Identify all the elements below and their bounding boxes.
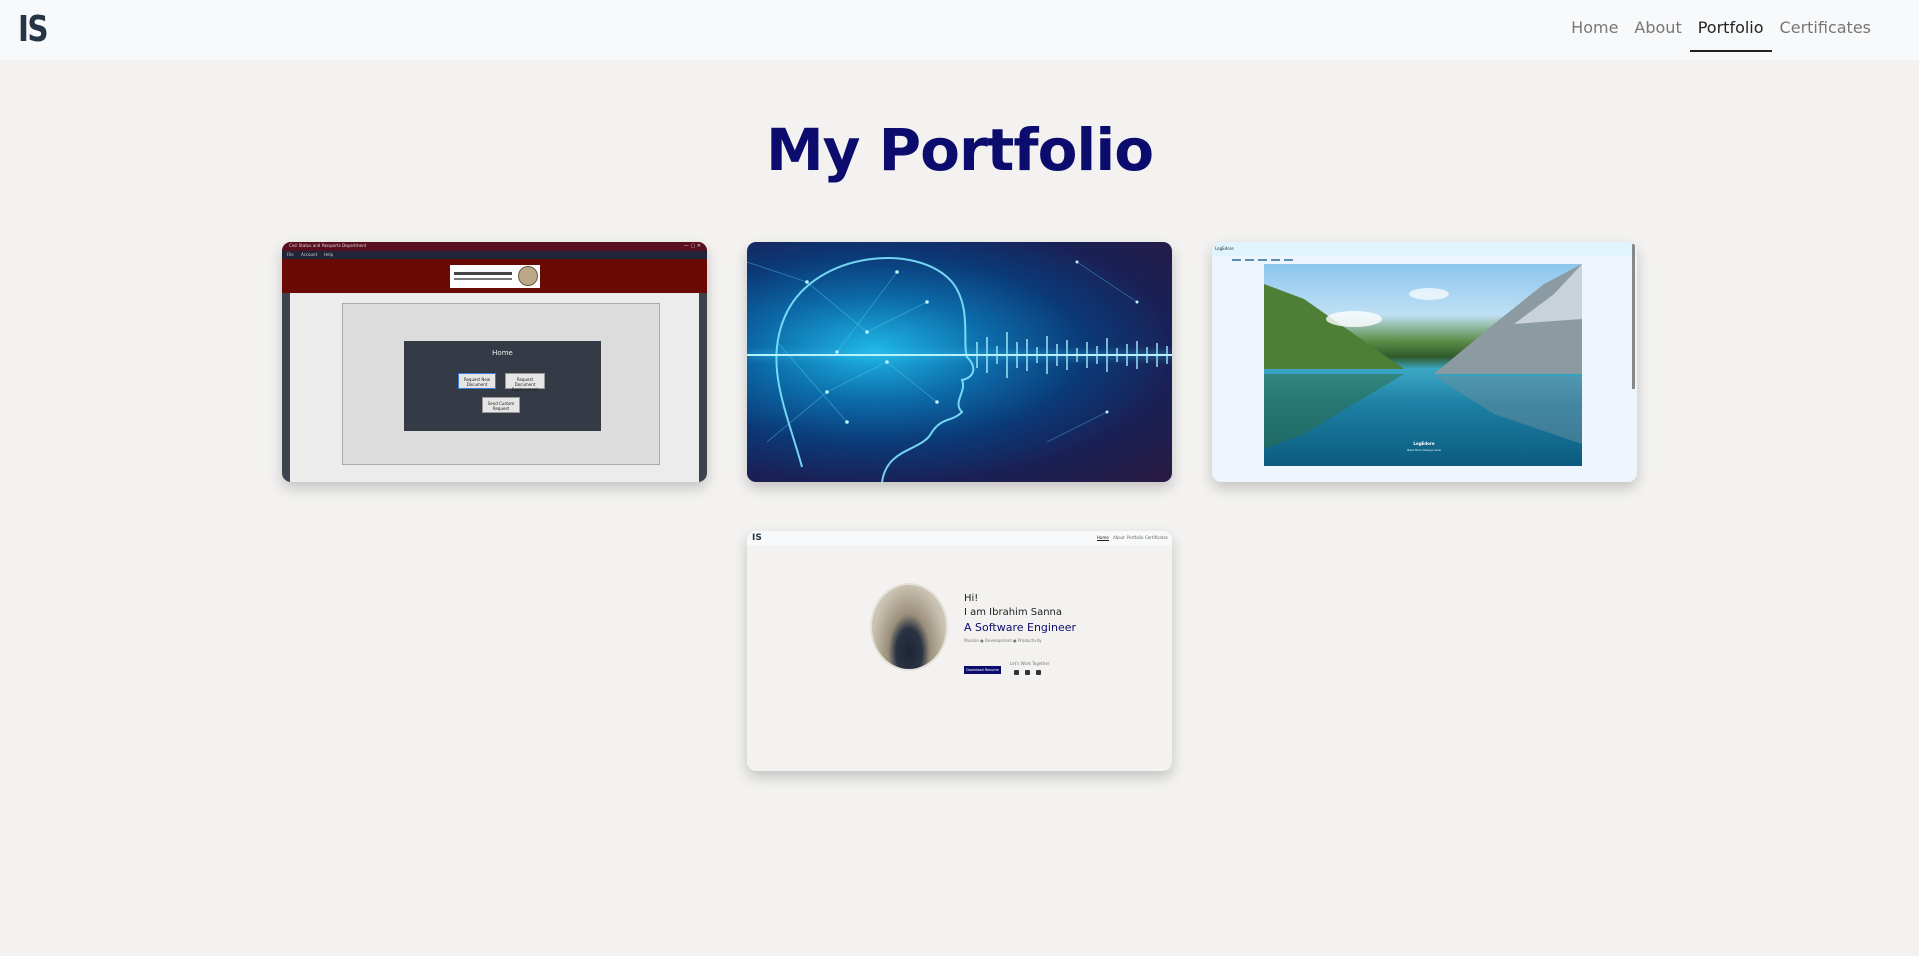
project-card-desktop-app[interactable]: Civil Status and Passports Department — …: [282, 242, 707, 482]
app-panel-title: Home: [492, 349, 513, 357]
site-brand: LogEdore: [1215, 246, 1234, 251]
project-card-ai-voice[interactable]: [747, 242, 1172, 482]
github-icon: [1014, 670, 1019, 675]
app-panel: Home Request New Document Request Docume…: [342, 303, 660, 465]
mini-greeting: Hi!: [964, 593, 979, 604]
slide-caption-sub: Best Item Always here: [1407, 448, 1441, 452]
app-menubar: File Account Help: [282, 251, 707, 259]
nav-link-about[interactable]: About: [1626, 0, 1689, 52]
mini-navbar: IS Home About Portfolio Certificates: [747, 531, 1172, 545]
mini-role: A Software Engineer: [964, 621, 1076, 634]
mini-download-button: Download Resume: [964, 666, 1001, 674]
nav-link-portfolio[interactable]: Portfolio: [1689, 0, 1772, 52]
app-inner-panel: Home Request New Document Request Docume…: [404, 341, 601, 431]
ai-head-illustration: [747, 257, 1168, 482]
linkedin-icon: [1025, 670, 1030, 675]
menu-account: Account: [301, 252, 318, 257]
mountain-illustration: [1264, 264, 1582, 449]
page-title: My Portfolio: [765, 116, 1154, 184]
mini-subtitle: Passion ● Development ● Productivity: [964, 638, 1042, 643]
mini-nav-about: About: [1113, 535, 1125, 540]
nav-link-certificates[interactable]: Certificates: [1772, 0, 1879, 52]
site-nav-links: [1232, 246, 1312, 261]
project-card-website[interactable]: LogEdore LogEdore Best Item Always here: [1212, 242, 1637, 482]
mini-nav-portfolio: Portfolio: [1127, 535, 1144, 540]
seal-icon: [518, 266, 538, 286]
ai-head-image: [747, 242, 1172, 482]
mini-join-text: Let's Work Together: [1010, 661, 1050, 666]
email-icon: [1036, 670, 1041, 675]
menu-file: File: [287, 252, 294, 257]
send-custom-request-button: Send Custom Request: [482, 397, 520, 413]
mini-logo: IS: [752, 533, 762, 543]
request-replacement-button: Request Document Replacement: [505, 373, 545, 392]
nav-link-home[interactable]: Home: [1563, 0, 1626, 52]
mini-name: I am Ibrahim Sanna: [964, 607, 1063, 618]
window-controls-icon: — ▢ ✕: [683, 243, 701, 249]
slide-caption-title: LogEdore: [1413, 441, 1435, 446]
project-card-portfolio[interactable]: IS Home About Portfolio Certificates Hi!…: [747, 531, 1172, 771]
request-new-document-button: Request New Document: [458, 373, 496, 389]
app-banner: [282, 259, 707, 293]
avatar: [870, 583, 948, 671]
lake-mountain-image: LogEdore Best Item Always here: [1264, 264, 1582, 466]
app-window-title: Civil Status and Passports Department: [289, 243, 367, 248]
site-navbar: LogEdore: [1212, 242, 1637, 261]
sound-wave-line: [747, 354, 1172, 356]
department-logo: [450, 265, 540, 288]
site-logo[interactable]: IS: [18, 9, 49, 50]
nav-links: Home About Portfolio Certificates: [1563, 0, 1879, 60]
app-titlebar: Civil Status and Passports Department — …: [282, 242, 707, 251]
navbar: IS Home About Portfolio Certificates: [0, 0, 1919, 60]
mini-nav-certificates: Certificates: [1145, 535, 1168, 540]
app-body: Home Request New Document Request Docume…: [290, 293, 699, 482]
scrollbar: [1632, 244, 1635, 389]
menu-help: Help: [324, 252, 334, 257]
mini-nav-home: Home: [1097, 535, 1109, 541]
